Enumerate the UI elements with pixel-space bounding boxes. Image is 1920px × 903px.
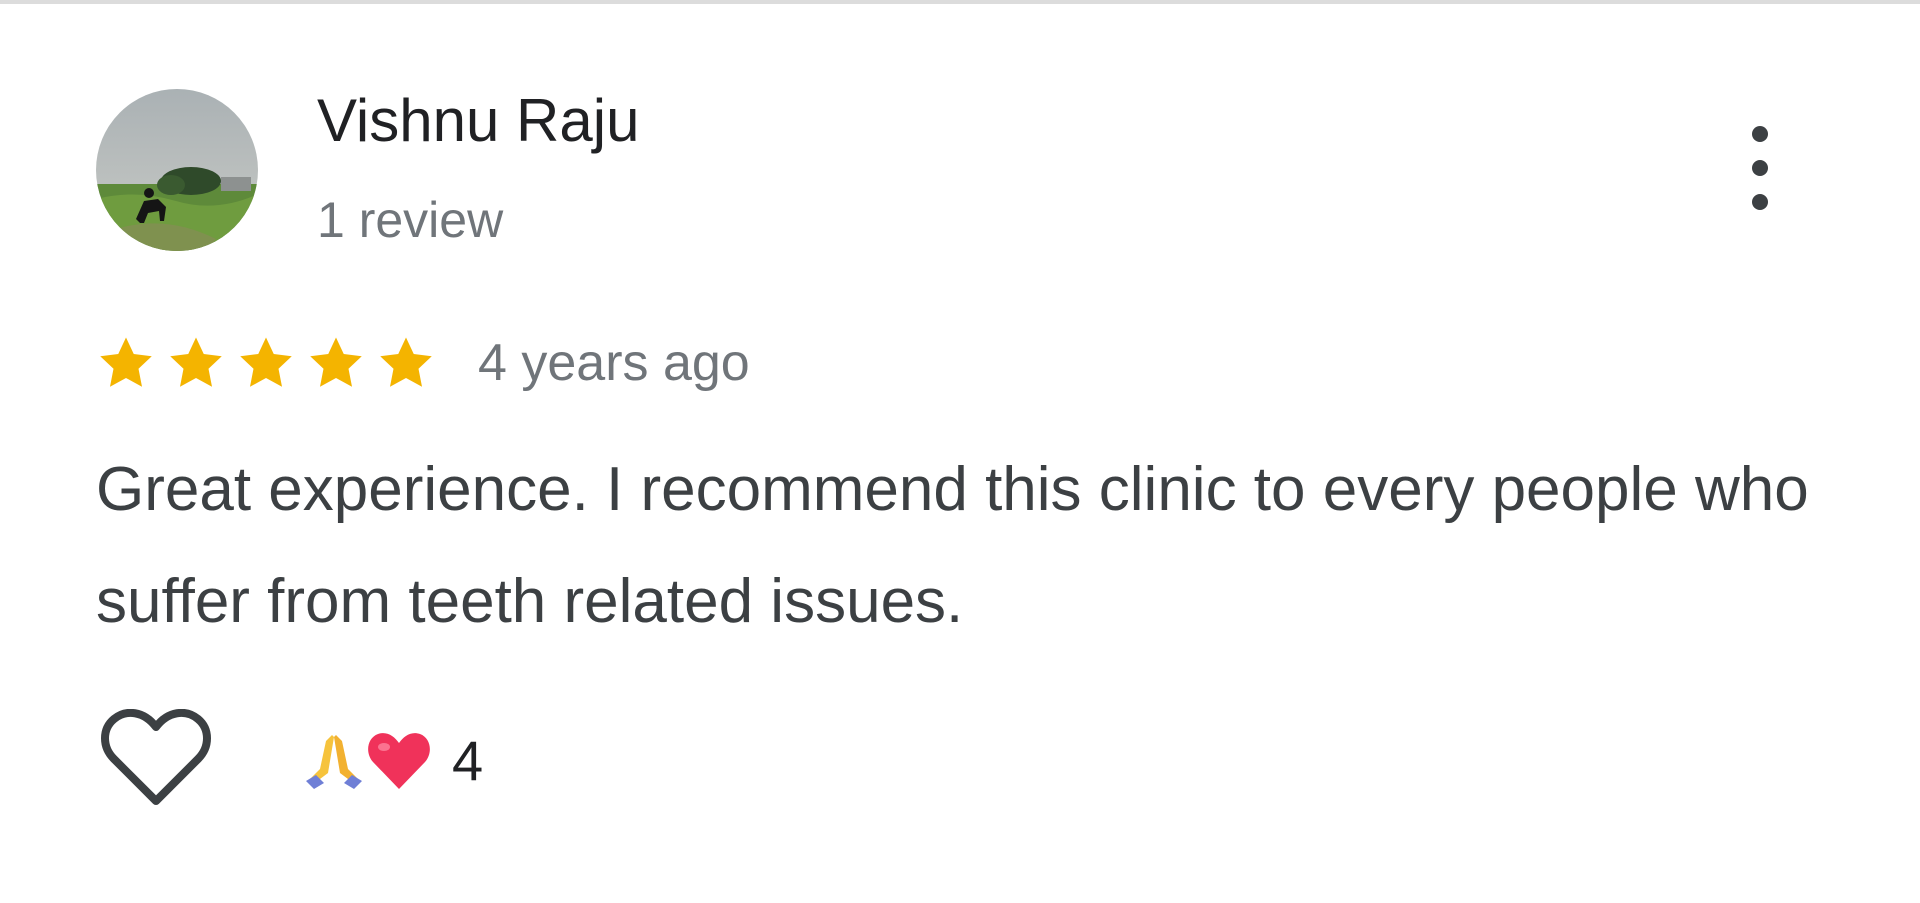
reviewer-review-count[interactable]: 1 review <box>317 190 503 250</box>
reviewer-name[interactable]: Vishnu Raju <box>317 86 639 156</box>
avatar-photo <box>96 89 258 251</box>
more-vertical-icon <box>1752 126 1768 142</box>
reactions-summary[interactable]: 4 <box>302 726 483 796</box>
heart-outline-icon <box>101 709 211 805</box>
review-body-text: Great experience. I recommend this clini… <box>96 455 1809 636</box>
star-icon <box>306 333 366 393</box>
star-rating <box>96 333 436 393</box>
reviewer-avatar[interactable] <box>96 89 258 251</box>
red-heart-icon <box>366 729 432 793</box>
star-icon <box>96 333 156 393</box>
star-icon <box>166 333 226 393</box>
folded-hands-icon <box>302 729 366 793</box>
more-vertical-icon-dot <box>1752 160 1768 176</box>
more-options-button[interactable] <box>1736 126 1784 210</box>
more-vertical-icon-dot <box>1752 194 1768 210</box>
review-card: Vishnu Raju 1 review 4 years ago Great e… <box>0 4 1920 903</box>
rating-row: 4 years ago <box>96 329 750 397</box>
star-icon <box>236 333 296 393</box>
star-icon <box>376 333 436 393</box>
reaction-count: 4 <box>452 729 484 792</box>
like-button[interactable] <box>100 709 212 809</box>
review-timestamp: 4 years ago <box>478 334 750 392</box>
